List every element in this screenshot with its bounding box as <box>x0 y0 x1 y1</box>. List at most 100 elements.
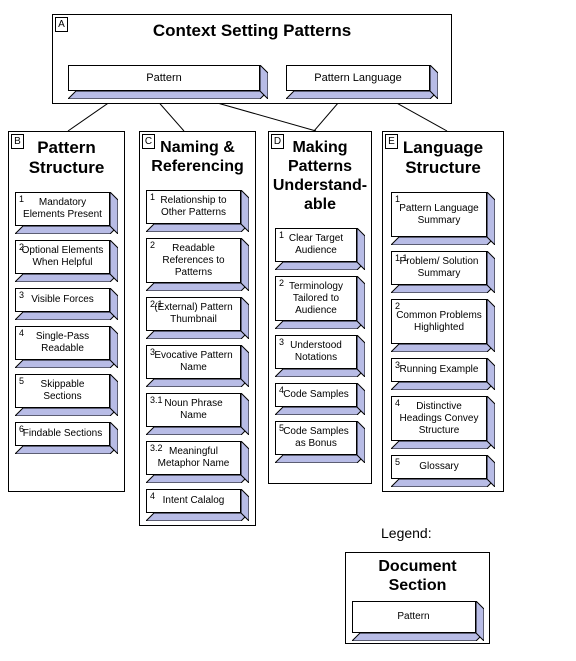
section-title-line: Understand- <box>272 177 368 194</box>
pattern-label: Understood Notations <box>290 340 342 363</box>
section-tag-d: D <box>271 134 284 149</box>
section-language-structure[interactable]: E Language Structure 1 Pattern Language … <box>382 131 504 492</box>
pattern-label: Distinctive Headings Convey Structure <box>399 400 479 436</box>
box-face: Pattern Language <box>286 65 430 91</box>
box-face: 5 Code Samples as Bonus <box>275 421 357 455</box>
pattern-box[interactable]: 3 Evocative Pattern Name <box>146 345 249 387</box>
pattern-list-b: 1 Mandatory Elements Present 2 Optional … <box>9 178 124 454</box>
pattern-label: Clear Target Audience <box>288 233 344 256</box>
pattern-box[interactable]: 5 Skippable Sections <box>15 374 118 416</box>
box-face: Pattern <box>68 65 260 91</box>
pattern-box[interactable]: 5 Code Samples as Bonus <box>275 421 365 463</box>
pattern-box[interactable]: 3.2 Meaningful Metaphor Name <box>146 441 249 483</box>
pattern-label: Glossary <box>419 461 459 472</box>
section-title-line: Patterns <box>287 158 353 175</box>
section-context-setting-patterns[interactable]: A Context Setting Patterns Pattern Patte… <box>52 14 452 104</box>
pattern-list-c: 1 Relationship to Other Patterns 2 Reada… <box>140 176 255 521</box>
pattern-number: 2 <box>279 278 285 288</box>
pattern-number: 3 <box>395 360 401 370</box>
legend-pattern-label: Pattern <box>397 611 430 622</box>
pattern-box[interactable]: 5 Glossary <box>391 455 495 487</box>
pattern-number: 1 <box>150 192 156 202</box>
pattern-label: Terminology Tailored to Audience <box>289 280 343 316</box>
pattern-box[interactable]: 2 Optional Elements When Helpful <box>15 240 118 282</box>
pattern-box[interactable]: 1 Mandatory Elements Present <box>15 192 118 234</box>
pattern-box[interactable]: 2 Terminology Tailored to Audience <box>275 276 365 329</box>
pattern-box[interactable]: 4 Intent Calalog <box>146 489 249 521</box>
pattern-number: 3 <box>150 347 156 357</box>
box-face: 2 Readable References to Patterns <box>146 238 241 283</box>
pattern-box[interactable]: 2 Readable References to Patterns <box>146 238 249 291</box>
diagram-canvas: A Context Setting Patterns Pattern Patte… <box>0 0 576 661</box>
pattern-list-d: 1 Clear Target Audience 2 Terminology Ta… <box>269 214 371 463</box>
pattern-label: Pattern Language <box>314 71 402 84</box>
section-title-line: able <box>303 196 336 213</box>
section-tag-a: A <box>55 17 68 32</box>
pattern-number: 1 <box>279 230 285 240</box>
pattern-number: 1 <box>19 194 25 204</box>
pattern-number: 3 <box>279 337 285 347</box>
pattern-number: 3 <box>19 290 25 300</box>
box-face: 3 Evocative Pattern Name <box>146 345 241 379</box>
box-face: 4 Distinctive Headings Convey Structure <box>391 396 487 441</box>
pattern-box[interactable]: 4 Code Samples <box>275 383 365 415</box>
pattern-number: 4 <box>279 385 285 395</box>
pattern-label: Intent Calalog <box>162 495 225 506</box>
pattern-box[interactable]: 1 Clear Target Audience <box>275 228 365 270</box>
pattern-label: Code Samples <box>283 389 349 400</box>
pattern-box[interactable]: 1 Pattern Language Summary <box>391 192 495 245</box>
pattern-box[interactable]: 6 Findable Sections <box>15 422 118 454</box>
pattern-label: Common Problems Highlighted <box>396 309 482 333</box>
box-face: 2.1 (External) Pattern Thumbnail <box>146 297 241 331</box>
pattern-box[interactable]: 3 Understood Notations <box>275 335 365 377</box>
box-face: 6 Findable Sections <box>15 422 110 446</box>
box-face: 5 Glossary <box>391 455 487 479</box>
section-making-patterns-understandable[interactable]: D Making Patterns Understand- able 1 Cle… <box>268 131 372 484</box>
box-face: 4 Single-Pass Readable <box>15 326 110 360</box>
pattern-label: Running Example <box>399 364 479 375</box>
pattern-label: Readable References to Patterns <box>162 242 225 278</box>
section-title-e: Language Structure <box>383 132 503 178</box>
pattern-box[interactable]: 3 Visible Forces <box>15 288 118 320</box>
pattern-label: Code Samples as Bonus <box>283 426 349 449</box>
pattern-box[interactable]: 1.1 Problem/ Solution Summary <box>391 251 495 293</box>
section-title-line: Language <box>402 138 484 157</box>
section-title-b: Pattern Structure <box>9 132 124 178</box>
pattern-label: Visible Forces <box>31 294 94 305</box>
pattern-number: 4 <box>19 328 25 338</box>
pattern-list-e: 1 Pattern Language Summary 1.1 Problem/ … <box>383 178 503 487</box>
section-title-c: Naming & Referencing <box>140 132 255 176</box>
pattern-number: 2 <box>395 301 401 311</box>
pattern-box[interactable]: 3.1 Noun Phrase Name <box>146 393 249 435</box>
box-face: 2 Common Problems Highlighted <box>391 299 487 344</box>
section-pattern-structure[interactable]: B Pattern Structure 1 Mandatory Elements… <box>8 131 125 492</box>
box-face: 1 Pattern Language Summary <box>391 192 487 237</box>
pattern-box-pattern[interactable]: Pattern <box>68 65 268 99</box>
pattern-box[interactable]: 4 Single-Pass Readable <box>15 326 118 368</box>
pattern-label: Pattern <box>146 71 182 84</box>
pattern-number: 5 <box>19 376 25 386</box>
pattern-box[interactable]: 2.1 (External) Pattern Thumbnail <box>146 297 249 339</box>
section-title-a: Context Setting Patterns <box>152 21 352 40</box>
legend-document-section: Document Section Pattern <box>345 552 490 644</box>
pattern-label: Mandatory Elements Present <box>23 197 102 220</box>
legend-pattern-box: Pattern <box>351 601 484 641</box>
pattern-label: Pattern Language Summary <box>399 202 479 226</box>
pattern-label: Evocative Pattern Name <box>154 350 233 373</box>
box-face: 1 Clear Target Audience <box>275 228 357 262</box>
section-title-line: Structure <box>405 158 481 177</box>
pattern-label: Skippable Sections <box>40 379 85 402</box>
pattern-number: 3.2 <box>150 443 163 453</box>
pattern-box[interactable]: 1 Relationship to Other Patterns <box>146 190 249 232</box>
pattern-box-pattern-language[interactable]: Pattern Language <box>286 65 438 99</box>
box-face: 1 Relationship to Other Patterns <box>146 190 241 224</box>
section-title-line: Pattern <box>37 138 96 157</box>
pattern-box[interactable]: 4 Distinctive Headings Convey Structure <box>391 396 495 449</box>
section-naming-and-referencing[interactable]: C Naming & Referencing 1 Relationship to… <box>139 131 256 526</box>
pattern-box[interactable]: 3 Running Example <box>391 358 495 390</box>
section-tag-c: C <box>142 134 155 149</box>
box-face: 2 Terminology Tailored to Audience <box>275 276 357 321</box>
legend-caption: Legend: <box>381 525 432 541</box>
pattern-box[interactable]: 2 Common Problems Highlighted <box>391 299 495 352</box>
section-title-line: Structure <box>28 158 105 177</box>
